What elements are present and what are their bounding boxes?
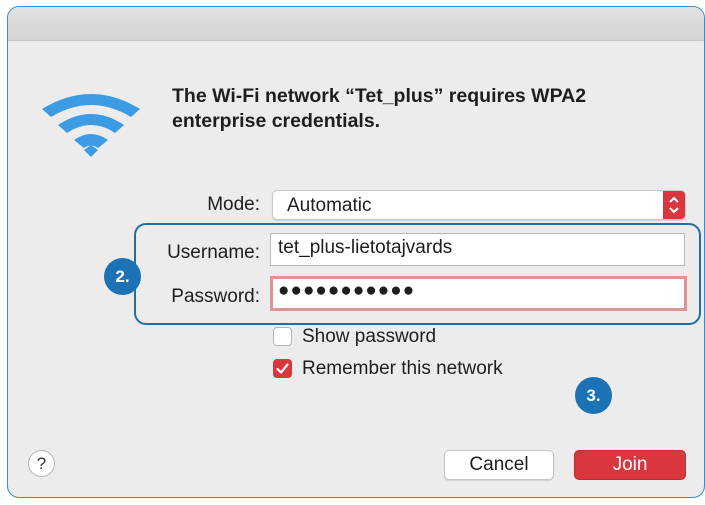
cancel-button[interactable]: Cancel [444,450,554,480]
step-badge-2: 2. [104,258,141,295]
password-label: Password: [171,286,260,307]
username-label: Username: [167,242,260,263]
show-password-checkbox[interactable] [273,327,292,346]
dialog-message: The Wi-Fi network “Tet_plus” requires WP… [172,85,587,132]
mode-select[interactable]: Automatic [272,190,686,220]
wifi-icon [42,94,140,157]
step-badge-3: 3. [575,377,612,414]
checkmark-icon [276,363,289,374]
password-field[interactable]: ●●●●●●●●●●● [270,276,687,311]
show-password-label: Show password [302,326,437,347]
help-button[interactable]: ? [28,450,55,477]
title-bar [8,7,704,41]
mode-label: Mode: [207,194,260,215]
join-button[interactable]: Join [574,450,686,480]
username-field[interactable]: tet_plus-lietotajvards [270,233,685,266]
select-arrows-icon [663,191,685,219]
remember-network-label: Remember this network [302,358,503,379]
mode-value: Automatic [287,195,372,216]
remember-network-checkbox[interactable] [273,359,292,378]
